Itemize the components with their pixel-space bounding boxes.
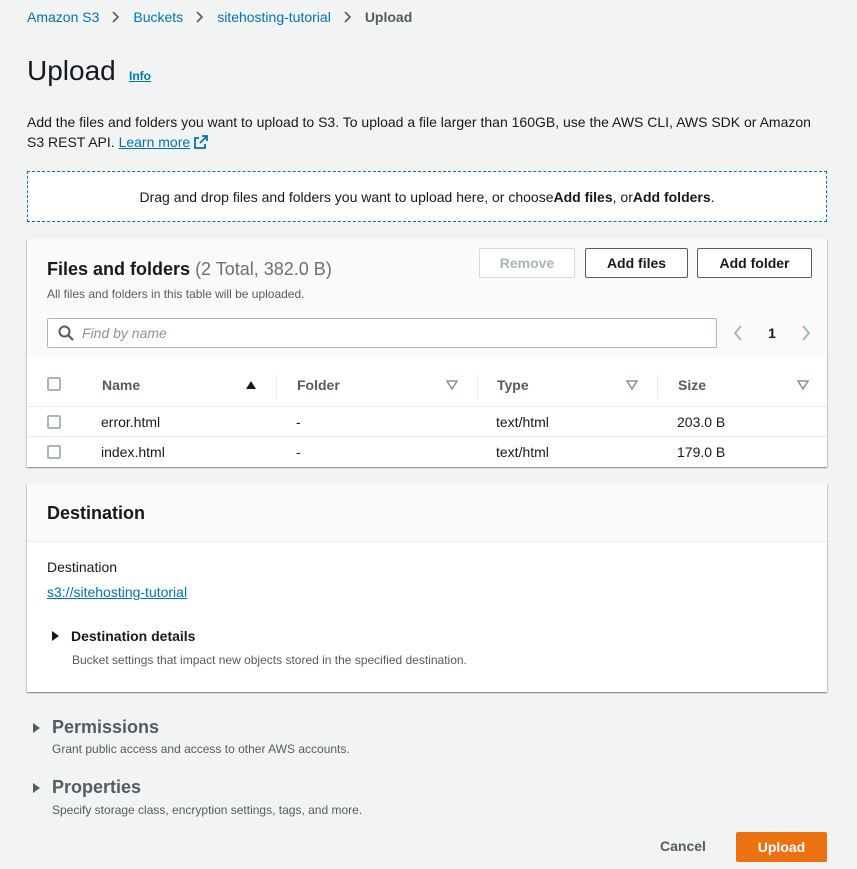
sort-icon[interactable] (446, 380, 458, 390)
info-link[interactable]: Info (129, 69, 151, 83)
files-count: (2 Total, 382.0 B) (195, 259, 332, 279)
files-title: Files and folders (2 Total, 382.0 B) (47, 259, 332, 280)
files-title-text: Files and folders (47, 259, 191, 279)
table-row: index.html - text/html 179.0 B (27, 437, 827, 467)
destination-header: Destination (27, 484, 827, 542)
sort-icon[interactable] (626, 380, 638, 390)
cell-name: error.html (101, 414, 161, 430)
sort-ascending-icon[interactable] (245, 380, 257, 390)
sort-icon[interactable] (797, 380, 809, 390)
caret-right-icon (33, 722, 40, 733)
column-header-folder[interactable]: Folder (297, 377, 340, 393)
dropzone-add-folders: Add folders (632, 188, 711, 205)
destination-details-description: Bucket settings that impact new objects … (72, 653, 467, 667)
permissions-title: Permissions (52, 717, 160, 737)
search-icon (58, 325, 74, 341)
destination-details-title: Destination details (71, 628, 196, 644)
table-row: error.html - text/html 203.0 B (27, 407, 827, 437)
cell-folder: - (296, 414, 301, 430)
cell-size: 203.0 B (677, 414, 726, 430)
chevron-left-icon[interactable] (732, 325, 744, 341)
search-box (47, 318, 717, 348)
destination-link[interactable]: s3://sitehosting-tutorial (47, 584, 187, 600)
row-checkbox[interactable] (47, 445, 61, 459)
page-number[interactable]: 1 (768, 325, 776, 341)
cell-type: text/html (496, 414, 549, 430)
properties-toggle[interactable]: Properties (33, 777, 141, 798)
permissions-toggle[interactable]: Permissions (33, 717, 159, 738)
permissions-description: Grant public access and access to other … (52, 742, 350, 756)
dropzone-text: Drag and drop files and folders you want… (139, 188, 554, 205)
breadcrumb-amazon-s3[interactable]: Amazon S3 (27, 9, 99, 25)
remove-button[interactable]: Remove (479, 248, 575, 278)
row-checkbox[interactable] (47, 415, 61, 429)
destination-panel: Destination Destination s3://sitehosting… (27, 484, 827, 692)
upload-button[interactable]: Upload (736, 832, 827, 862)
upload-dropzone[interactable]: Drag and drop files and folders you want… (27, 171, 827, 222)
dropzone-text-mid: , or (612, 188, 633, 205)
files-header: Files and folders (2 Total, 382.0 B) All… (27, 239, 827, 357)
column-header-name[interactable]: Name (102, 377, 140, 393)
column-divider[interactable] (477, 375, 478, 399)
page-description: Add the files and folders you want to up… (27, 112, 827, 152)
destination-label: Destination (47, 559, 118, 575)
chevron-right-icon (112, 11, 120, 23)
column-header-type[interactable]: Type (497, 377, 529, 393)
files-subtitle: All files and folders in this table will… (47, 287, 305, 301)
destination-details-toggle[interactable]: Destination details (52, 628, 195, 644)
cell-folder: - (296, 444, 301, 460)
chevron-right-icon (344, 11, 351, 23)
chevron-right-icon (196, 11, 204, 23)
properties-description: Specify storage class, encryption settin… (52, 803, 363, 817)
cell-type: text/html (496, 444, 549, 460)
cancel-button[interactable]: Cancel (660, 838, 706, 854)
external-link-icon (194, 135, 209, 149)
search-input[interactable] (82, 325, 662, 341)
chevron-right-icon[interactable] (800, 325, 812, 341)
files-panel: Files and folders (2 Total, 382.0 B) All… (27, 239, 827, 467)
column-divider[interactable] (657, 375, 658, 399)
column-divider[interactable] (276, 375, 277, 399)
destination-title: Destination (47, 503, 146, 523)
select-all-checkbox[interactable] (47, 377, 61, 391)
column-header-size[interactable]: Size (678, 377, 706, 393)
add-folder-button[interactable]: Add folder (697, 248, 812, 278)
caret-right-icon (52, 631, 59, 641)
dropzone-add-files: Add files (553, 188, 613, 205)
add-files-button[interactable]: Add files (585, 248, 688, 278)
breadcrumb-bucket[interactable]: sitehosting-tutorial (217, 9, 331, 25)
cell-name: index.html (101, 444, 165, 460)
breadcrumb-buckets[interactable]: Buckets (133, 9, 183, 25)
cell-size: 179.0 B (677, 444, 726, 460)
breadcrumb: Amazon S3 Buckets sitehosting-tutorial U… (27, 7, 412, 27)
learn-more-link[interactable]: Learn more (119, 134, 209, 150)
dropzone-text-end: . (710, 188, 715, 205)
breadcrumb-current: Upload (364, 9, 413, 25)
caret-right-icon (33, 782, 40, 793)
page-title: Upload (27, 55, 116, 86)
properties-title: Properties (52, 777, 142, 797)
pagination: 1 (732, 323, 812, 343)
table-header: Name Folder Type Size (27, 367, 827, 407)
